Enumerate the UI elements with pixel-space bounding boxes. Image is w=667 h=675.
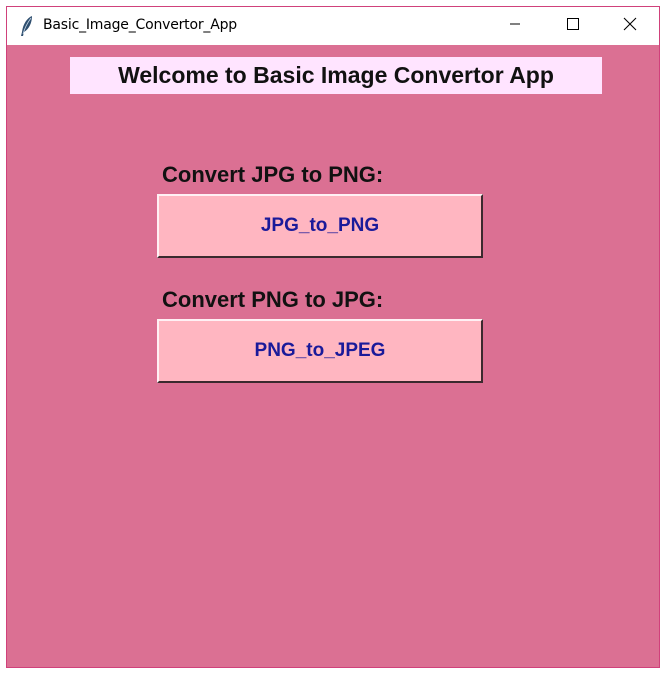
- minimize-button[interactable]: [486, 7, 544, 45]
- png-to-jpeg-button[interactable]: PNG_to_JPEG: [157, 319, 483, 383]
- welcome-banner: Welcome to Basic Image Convertor App: [70, 57, 602, 94]
- app-window: Basic_Image_Convertor_App Welcome to Bas…: [6, 6, 660, 668]
- maximize-button[interactable]: [544, 7, 602, 45]
- jpg-to-png-label: Convert JPG to PNG:: [162, 162, 384, 187]
- minimize-icon: [509, 17, 521, 35]
- jpg-to-png-button[interactable]: JPG_to_PNG: [157, 194, 483, 258]
- png-to-jpg-label: Convert PNG to JPG:: [162, 287, 384, 312]
- close-icon: [623, 17, 637, 36]
- title-bar[interactable]: Basic_Image_Convertor_App: [7, 7, 659, 45]
- window-title: Basic_Image_Convertor_App: [43, 17, 237, 33]
- maximize-icon: [567, 17, 579, 35]
- main-content: Welcome to Basic Image Convertor App Con…: [7, 45, 659, 667]
- close-button[interactable]: [601, 7, 659, 45]
- feather-icon: [19, 15, 35, 37]
